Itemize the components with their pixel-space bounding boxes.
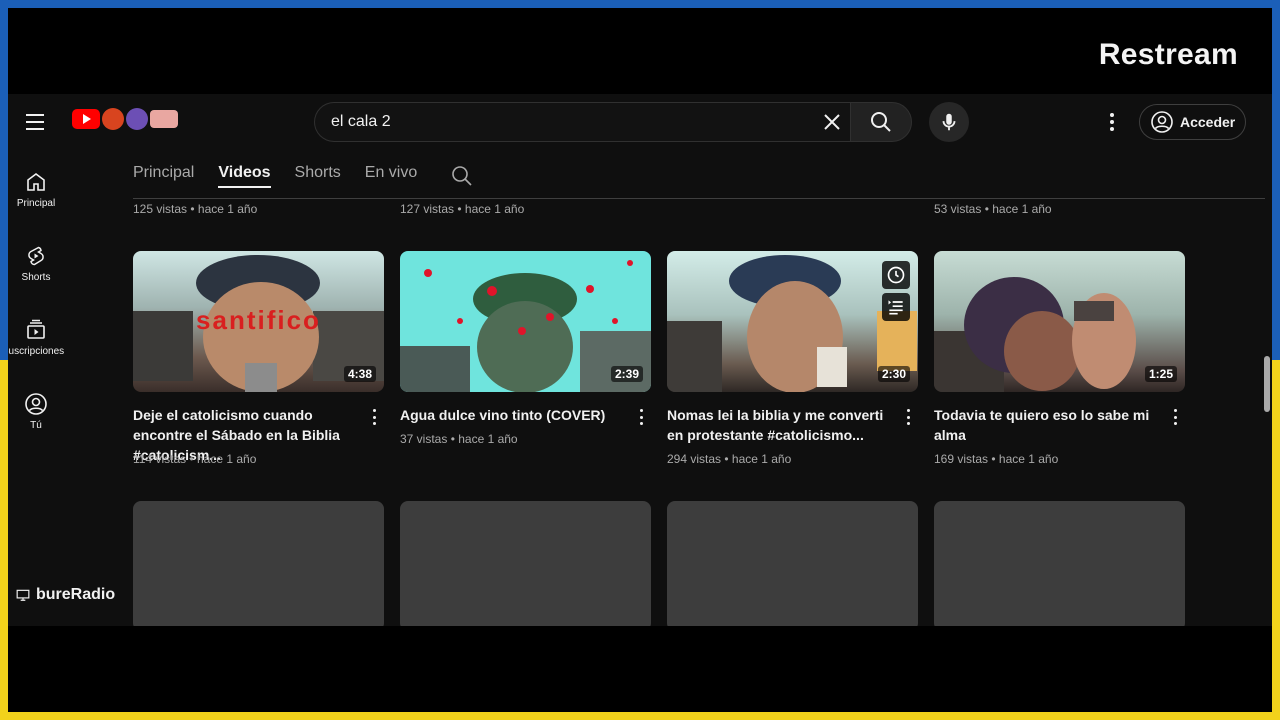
video-meta: 127 vistas • hace 1 año xyxy=(400,202,525,216)
subscriptions-icon xyxy=(27,319,45,339)
sidebar-item-label: Tú xyxy=(30,420,42,431)
doodle-icon xyxy=(150,110,178,128)
search-icon xyxy=(871,112,891,132)
video-meta: 114 vistas • hace 1 año xyxy=(133,452,257,466)
video-thumbnail[interactable]: 1:25 xyxy=(934,251,1185,392)
queue-icon xyxy=(888,300,903,315)
video-meta: 169 vistas • hace 1 año xyxy=(934,452,1059,466)
masthead: Acceder xyxy=(8,94,1272,150)
sidebar-item-label: Suscripciones xyxy=(8,346,65,357)
search-icon xyxy=(452,166,472,186)
account-circle-icon xyxy=(1151,111,1173,133)
channel-tabs: Principal Videos Shorts En vivo xyxy=(133,164,441,188)
doodle-icon xyxy=(126,108,148,130)
frame-border-right-yellow xyxy=(1272,360,1280,720)
video-card: 2:39 Agua dulce vino tinto (COVER) 37 vi… xyxy=(400,251,651,446)
youtube-play-icon xyxy=(72,109,100,129)
video-meta: 53 vistas • hace 1 año xyxy=(934,202,1052,216)
sign-in-label: Acceder xyxy=(1180,114,1236,130)
video-thumbnail[interactable]: 2:30 xyxy=(667,251,918,392)
youtube-logo[interactable] xyxy=(72,108,178,130)
frame-border-top xyxy=(0,0,1280,8)
video-more-button[interactable] xyxy=(1172,409,1178,425)
video-card: 1:25 Todavia te quiero eso lo sabe mi al… xyxy=(934,251,1185,466)
restream-watermark: Restream xyxy=(1098,38,1238,71)
doodle-icon xyxy=(102,108,124,130)
sidebar-item-tu[interactable]: Tú xyxy=(8,382,64,456)
guide-menu-button[interactable] xyxy=(22,108,50,136)
add-to-queue-button[interactable] xyxy=(882,293,910,321)
search-box xyxy=(314,102,850,142)
video-duration: 4:38 xyxy=(343,366,376,382)
frame-border-bottom xyxy=(0,712,1280,720)
video-placeholder xyxy=(934,501,1185,626)
video-duration: 1:25 xyxy=(1144,366,1177,382)
youtube-window: Acceder Principal Shorts Suscripciones T… xyxy=(8,94,1272,626)
tabs-divider xyxy=(133,198,1265,199)
tab-shorts[interactable]: Shorts xyxy=(295,164,341,186)
close-icon xyxy=(824,114,840,130)
frame-border-left-yellow xyxy=(0,360,8,720)
channel-overlay-name: bureRadio xyxy=(36,586,116,603)
menu-icon xyxy=(26,114,44,116)
frame-border-right-blue xyxy=(1272,0,1280,360)
video-card: santifico 4:38 Deje el catolicismo cuand… xyxy=(133,251,384,466)
shorts-icon xyxy=(28,246,44,266)
video-thumbnail[interactable]: santifico 4:38 xyxy=(133,251,384,392)
video-meta: 125 vistas • hace 1 año xyxy=(133,202,258,216)
video-duration: 2:30 xyxy=(877,366,910,382)
video-thumbnail[interactable]: 2:39 xyxy=(400,251,651,392)
channel-overlay: bureRadio xyxy=(16,586,115,604)
thumbnail-text: santifico xyxy=(196,305,321,335)
video-title[interactable]: Nomas lei la biblia y me converti en pro… xyxy=(667,405,895,445)
watch-later-button[interactable] xyxy=(882,261,910,289)
video-more-button[interactable] xyxy=(638,409,644,425)
video-more-button[interactable] xyxy=(371,409,377,425)
settings-more-button[interactable] xyxy=(1098,108,1126,136)
video-placeholder xyxy=(400,501,651,626)
search-button[interactable] xyxy=(850,102,912,142)
monitor-icon xyxy=(16,589,30,601)
home-icon xyxy=(27,173,45,191)
search-input[interactable] xyxy=(331,113,791,131)
clock-icon xyxy=(887,266,905,284)
microphone-icon xyxy=(942,113,956,131)
tab-principal[interactable]: Principal xyxy=(133,164,194,186)
video-duration: 2:39 xyxy=(610,366,643,382)
page-scrollbar[interactable] xyxy=(1264,356,1270,412)
video-more-button[interactable] xyxy=(905,409,911,425)
account-icon xyxy=(25,393,47,415)
sidebar-item-shorts[interactable]: Shorts xyxy=(8,234,64,308)
sidebar-item-label: Principal xyxy=(16,198,56,209)
video-title[interactable]: Todavia te quiero eso lo sabe mi alma xyxy=(934,405,1162,445)
clear-search-button[interactable] xyxy=(820,110,844,134)
tab-en-vivo[interactable]: En vivo xyxy=(365,164,417,186)
video-title[interactable]: Agua dulce vino tinto (COVER) xyxy=(400,405,628,425)
voice-search-button[interactable] xyxy=(929,102,969,142)
sign-in-button[interactable]: Acceder xyxy=(1139,104,1246,140)
sidebar-item-suscripciones[interactable]: Suscripciones xyxy=(8,308,64,382)
video-meta: 37 vistas • hace 1 año xyxy=(400,432,518,446)
tab-videos[interactable]: Videos xyxy=(218,164,271,188)
video-card: 2:30 Nomas lei la biblia y me converti e… xyxy=(667,251,918,466)
frame-border-left-blue xyxy=(0,0,8,360)
video-placeholder xyxy=(667,501,918,626)
sidebar-item-label: Shorts xyxy=(21,272,51,283)
video-placeholder xyxy=(133,501,384,626)
sidebar-item-principal[interactable]: Principal xyxy=(8,160,64,234)
mini-guide: Principal Shorts Suscripciones Tú xyxy=(8,160,64,456)
video-meta: 294 vistas • hace 1 año xyxy=(667,452,792,466)
channel-search-button[interactable] xyxy=(450,164,474,188)
